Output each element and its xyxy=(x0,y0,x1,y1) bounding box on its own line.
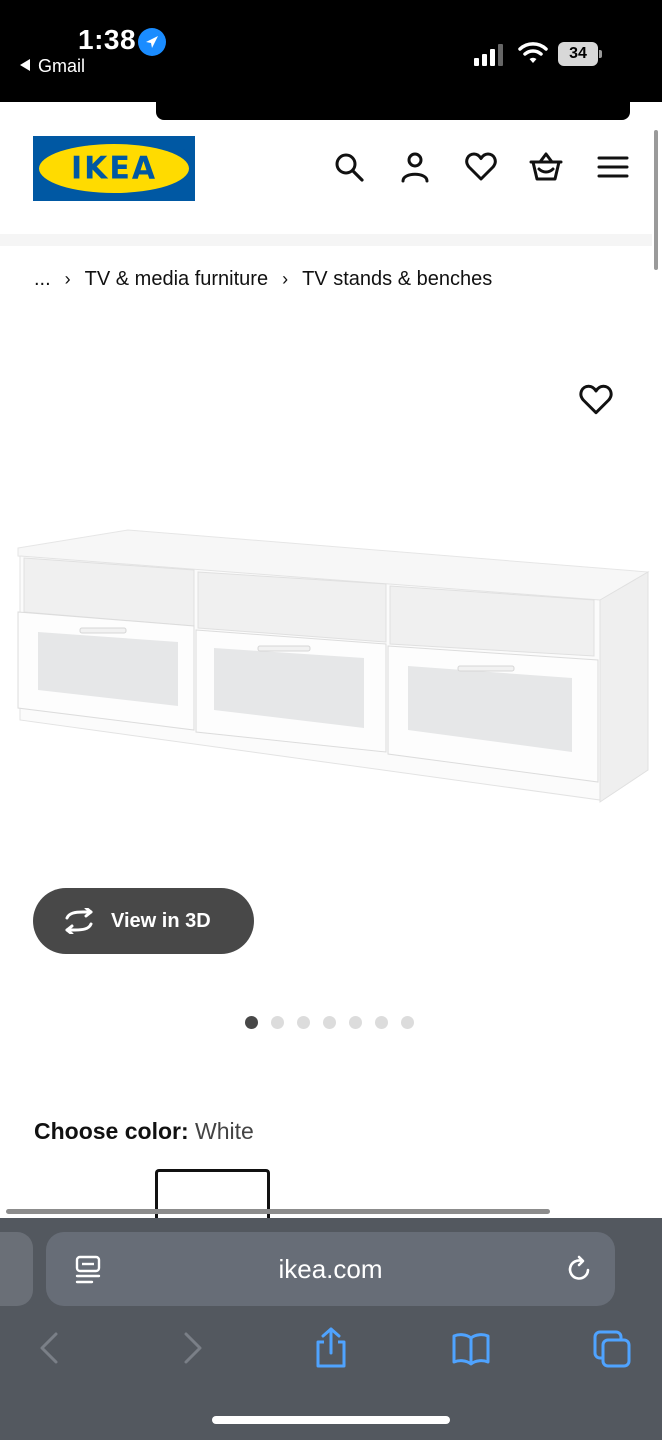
carousel-dot[interactable] xyxy=(245,1016,258,1029)
breadcrumb-item-tv-stands[interactable]: TV stands & benches xyxy=(302,268,492,291)
carousel-dot[interactable] xyxy=(375,1016,388,1029)
location-arrow-icon xyxy=(138,28,166,56)
bookmarks-icon[interactable] xyxy=(451,1326,491,1370)
menu-icon[interactable] xyxy=(596,150,630,184)
home-indicator xyxy=(212,1416,450,1424)
profile-icon[interactable] xyxy=(398,150,432,184)
breadcrumb-item-tv-media[interactable]: TV & media furniture xyxy=(85,268,268,291)
breadcrumb: ... › TV & media furniture › TV stands &… xyxy=(34,268,492,291)
basket-icon[interactable] xyxy=(529,150,563,184)
top-bar-edge xyxy=(156,100,630,120)
logo-oval: IKEA xyxy=(39,144,189,193)
ikea-logo[interactable]: IKEA ® xyxy=(33,136,195,201)
carousel-dot[interactable] xyxy=(297,1016,310,1029)
carousel-dot[interactable] xyxy=(271,1016,284,1029)
rotate-3d-icon xyxy=(61,906,97,936)
chevron-right-icon: › xyxy=(64,269,71,289)
product-image-tv-bench[interactable] xyxy=(10,520,652,810)
view-in-3d-label: View in 3D xyxy=(111,909,211,932)
logo-text: IKEA xyxy=(70,150,158,187)
share-icon[interactable] xyxy=(311,1326,351,1370)
tabs-icon[interactable] xyxy=(592,1326,632,1370)
back-to-app-link[interactable]: Gmail xyxy=(20,56,85,77)
selected-color-value: White xyxy=(195,1118,254,1144)
carousel-dot[interactable] xyxy=(401,1016,414,1029)
carousel-dot[interactable] xyxy=(349,1016,362,1029)
wifi-icon xyxy=(518,40,548,66)
page-scroll-indicator[interactable] xyxy=(654,130,658,270)
carousel-dot[interactable] xyxy=(323,1016,336,1029)
save-to-favorites-heart-icon[interactable] xyxy=(578,382,614,418)
choose-color-label: Choose color: xyxy=(34,1118,189,1144)
battery-indicator: 34 xyxy=(558,42,598,66)
header-divider xyxy=(0,234,652,246)
horizontal-scroll-indicator xyxy=(6,1209,550,1214)
reload-icon[interactable] xyxy=(566,1254,594,1284)
status-time: 1:38 xyxy=(78,24,137,55)
heart-icon[interactable] xyxy=(464,150,498,184)
cellular-signal-icon xyxy=(474,42,506,66)
address-bar[interactable]: ikea.com xyxy=(46,1232,615,1306)
view-in-3d-button[interactable]: View in 3D xyxy=(33,888,254,954)
back-app-label: Gmail xyxy=(38,56,86,76)
status-bar: 1:38 Gmail 34 xyxy=(0,0,662,102)
color-swatch-white[interactable] xyxy=(155,1169,270,1225)
previous-tab-preview[interactable] xyxy=(0,1232,33,1306)
back-triangle-icon xyxy=(20,59,30,71)
search-icon[interactable] xyxy=(332,150,366,184)
battery-tip xyxy=(599,50,602,58)
breadcrumb-ellipsis[interactable]: ... xyxy=(34,268,51,291)
url-text: ikea.com xyxy=(278,1254,383,1284)
back-chevron-icon[interactable] xyxy=(30,1326,70,1370)
image-carousel-dots xyxy=(245,1016,414,1029)
chevron-right-icon: › xyxy=(282,269,289,289)
logo-registered-mark: ® xyxy=(181,148,187,157)
choose-color-row: Choose color: White xyxy=(34,1118,254,1145)
forward-chevron-icon[interactable] xyxy=(172,1326,212,1370)
